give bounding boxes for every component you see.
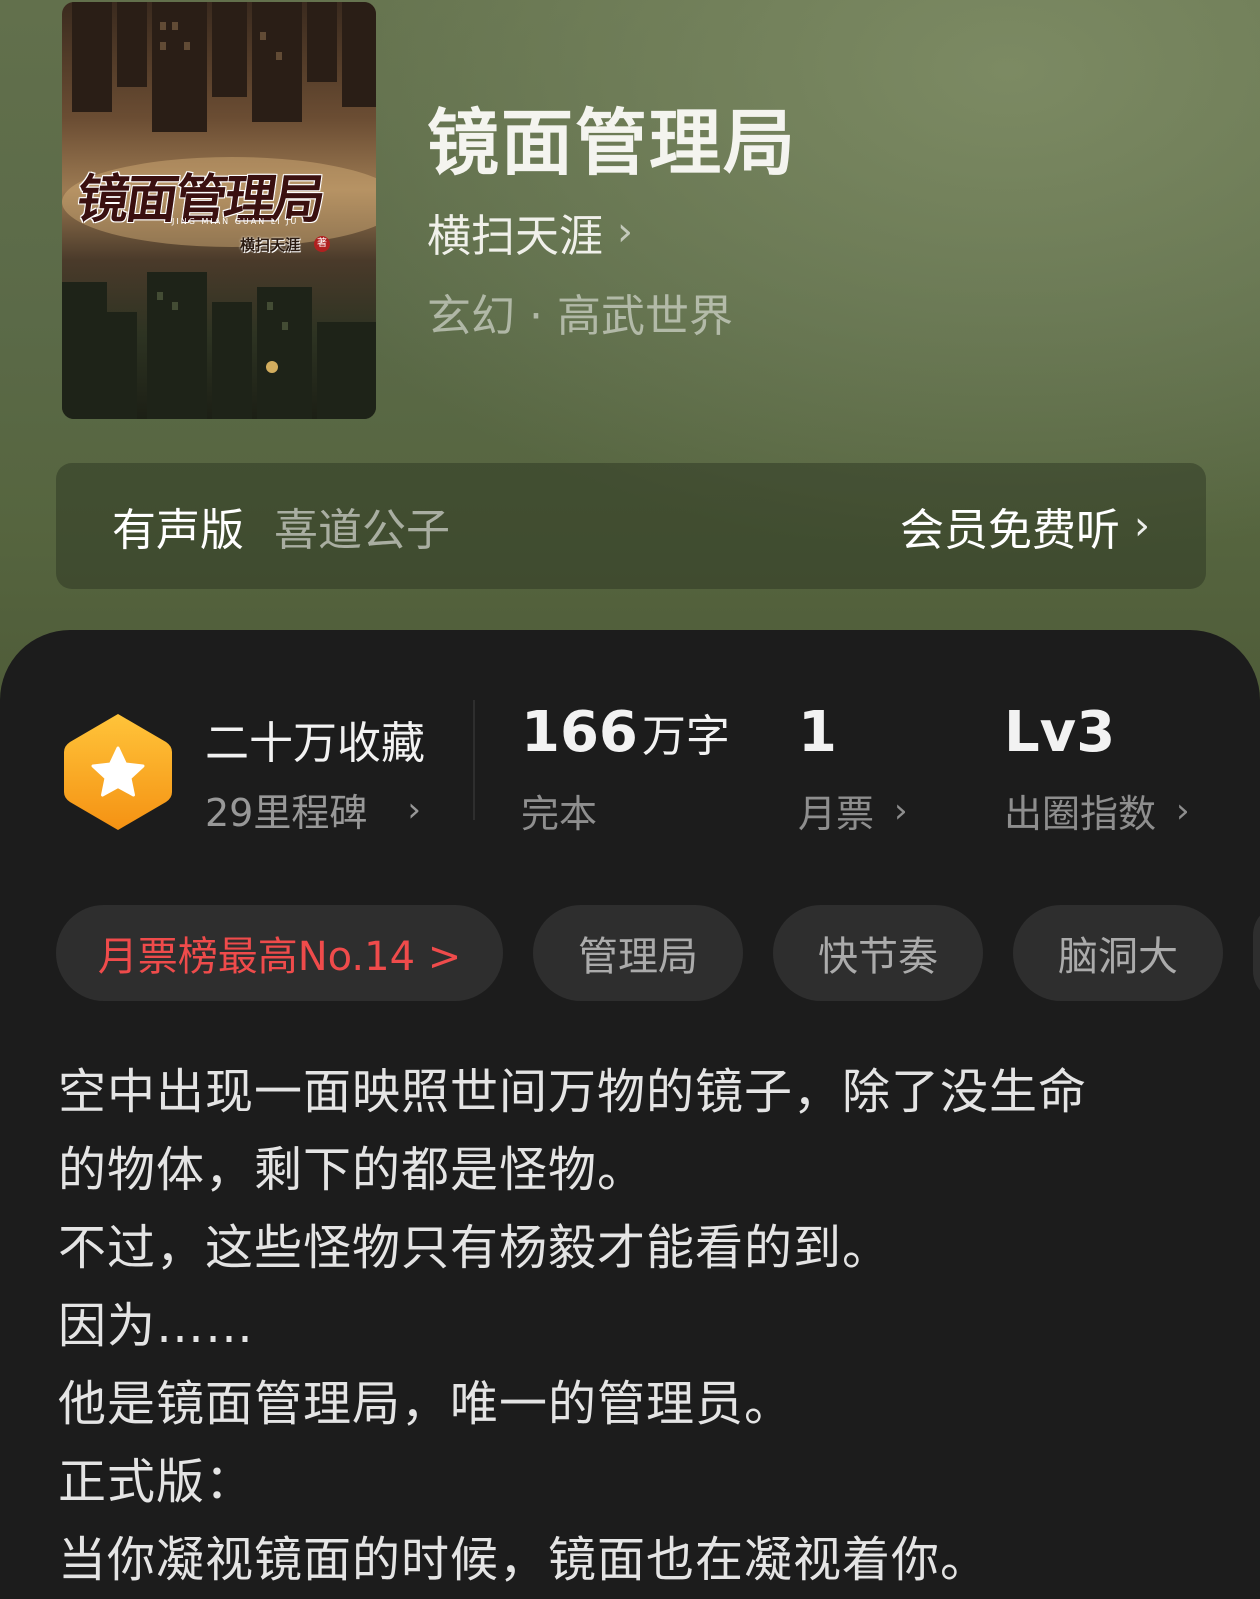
monthly-votes-label: 月票 — [798, 792, 875, 836]
tag-chip-overflow[interactable] — [1253, 905, 1260, 1001]
chevron-right-icon: › — [1134, 503, 1150, 549]
level-value: Lv3 — [1004, 700, 1116, 765]
intro-line: 当你凝视镜面的时候，镜面也在凝视着你。 — [58, 1532, 990, 1588]
stats-divider — [473, 700, 475, 820]
author-name: 横扫天涯 — [427, 211, 603, 262]
tag-chip[interactable]: 快节奏 — [773, 905, 983, 1001]
cover-author: 横扫天涯 — [240, 236, 301, 254]
chevron-right-icon: › — [617, 209, 633, 255]
word-count-stat: 166 万字 完本 — [521, 700, 730, 838]
book-intro[interactable]: 空中出现一面映照世间万物的镜子，除了没生命 的物体，剩下的都是怪物。 不过，这些… — [58, 1053, 1208, 1599]
chevron-right-icon: › — [894, 790, 908, 831]
audio-version-bar[interactable]: 有声版 喜道公子 会员免费听 › — [56, 463, 1206, 589]
free-listen-button[interactable]: 会员免费听 › — [900, 494, 1150, 558]
chevron-right-icon: › — [407, 789, 421, 830]
intro-line: 因为…… — [58, 1298, 255, 1354]
tag-list: 月票榜最高No.14 > 管理局 快节奏 脑洞大 — [56, 905, 1260, 1001]
audio-label: 有声版 — [112, 505, 244, 556]
monthly-votes-stat[interactable]: 1 月票 › — [798, 700, 908, 838]
milestones-label: 29里程碑 — [205, 791, 368, 835]
tag-chip[interactable]: 管理局 — [533, 905, 743, 1001]
word-count-value: 166 — [521, 700, 638, 765]
intro-line: 的物体，剩下的都是怪物。 — [58, 1142, 647, 1198]
chevron-right-icon: › — [1176, 790, 1190, 831]
genre-label: 玄幻 · 高武世界 — [427, 291, 733, 342]
favorites-badge-icon[interactable] — [62, 710, 174, 834]
intro-line: 正式版： — [58, 1454, 255, 1510]
monthly-votes-value: 1 — [798, 700, 837, 765]
milestones-link[interactable]: 29里程碑 › — [205, 782, 421, 837]
favorites-count[interactable]: 二十万收藏 — [205, 707, 425, 771]
intro-line: 他是镜面管理局，唯一的管理员。 — [58, 1376, 794, 1432]
book-cover[interactable]: 镜面管理局 JING MIAN GUAN LI JU 横扫天涯 著 — [62, 2, 376, 419]
tag-chip[interactable]: 脑洞大 — [1013, 905, 1223, 1001]
author-link[interactable]: 横扫天涯 › — [427, 200, 633, 264]
status-label: 完本 — [521, 792, 598, 836]
audio-narrator: 喜道公子 — [274, 505, 450, 556]
free-listen-label: 会员免费听 — [900, 505, 1120, 556]
book-title: 镜面管理局 — [427, 100, 798, 185]
level-stat[interactable]: Lv3 出圈指数 › — [1004, 700, 1190, 838]
intro-line: 空中出现一面映照世间万物的镜子，除了没生命 — [58, 1064, 1088, 1120]
rank-tag[interactable]: 月票榜最高No.14 > — [56, 905, 503, 1001]
word-count-unit: 万字 — [641, 711, 730, 762]
cover-author-badge: 著 — [314, 236, 330, 252]
intro-line: 不过，这些怪物只有杨毅才能看的到。 — [58, 1220, 892, 1276]
cover-pinyin: JING MIAN GUAN LI JU — [172, 217, 299, 226]
level-label: 出圈指数 — [1004, 792, 1157, 836]
